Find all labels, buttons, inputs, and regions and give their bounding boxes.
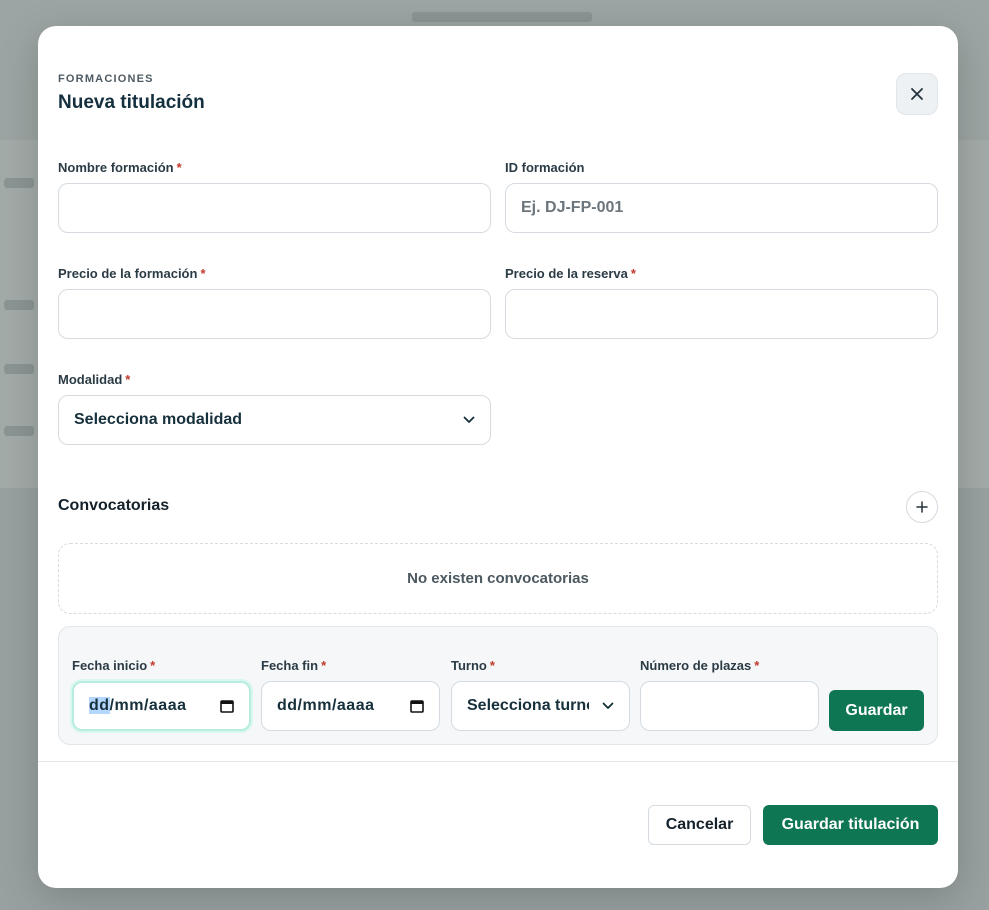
required-mark: * xyxy=(200,266,206,281)
nombre-formacion-input[interactable] xyxy=(58,183,491,233)
guardar-convocatoria-button[interactable]: Guardar xyxy=(829,690,924,731)
modalidad-label: Modalidad * xyxy=(58,372,130,387)
modal-title: Nueva titulación xyxy=(58,92,205,113)
numero-plazas-label-text: Número de plazas xyxy=(640,658,752,673)
id-formacion-input[interactable] xyxy=(505,183,938,233)
close-button[interactable] xyxy=(896,73,938,115)
footer-divider xyxy=(38,761,958,762)
required-mark: * xyxy=(176,160,182,175)
modalidad-select-value: Selecciona modalidad xyxy=(74,411,243,428)
required-mark: * xyxy=(630,266,636,281)
calendar-icon[interactable] xyxy=(220,699,234,713)
required-mark: * xyxy=(489,658,495,673)
id-formacion-label: ID formación xyxy=(505,160,585,175)
fecha-fin-value: dd/mm/aaaa xyxy=(277,697,375,714)
required-mark: * xyxy=(754,658,760,673)
fecha-inicio-input[interactable]: dd/mm/aaaa xyxy=(72,681,251,731)
close-icon xyxy=(911,88,923,100)
save-degree-button[interactable]: Guardar titulación xyxy=(763,805,938,845)
turno-select-value: Selecciona turno xyxy=(467,697,589,714)
cancel-button[interactable]: Cancelar xyxy=(648,805,751,845)
numero-plazas-input[interactable] xyxy=(640,681,819,731)
plus-icon xyxy=(916,501,928,513)
precio-reserva-label: Precio de la reserva * xyxy=(505,266,636,281)
chevron-down-icon xyxy=(602,702,614,709)
turno-label: Turno * xyxy=(451,658,495,673)
numero-plazas-label: Número de plazas * xyxy=(640,658,759,673)
background-text xyxy=(4,300,34,310)
fecha-fin-label-text: Fecha fin xyxy=(261,658,319,673)
fecha-fin-input[interactable]: dd/mm/aaaa xyxy=(261,681,440,731)
required-mark: * xyxy=(321,658,327,673)
modalidad-select[interactable]: Selecciona modalidad xyxy=(58,395,491,445)
required-mark: * xyxy=(150,658,156,673)
calendar-icon[interactable] xyxy=(410,699,424,713)
nombre-formacion-label-text: Nombre formación xyxy=(58,160,174,175)
fecha-inicio-label-text: Fecha inicio xyxy=(72,658,148,673)
precio-reserva-label-text: Precio de la reserva xyxy=(505,266,628,281)
fecha-inicio-rest: /mm/aaaa xyxy=(109,697,187,714)
fecha-inicio-label: Fecha inicio * xyxy=(72,658,155,673)
precio-formacion-input[interactable] xyxy=(58,289,491,339)
background-text xyxy=(4,178,34,188)
new-degree-modal: FORMACIONES Nueva titulación Nombre form… xyxy=(38,26,958,888)
chevron-down-icon xyxy=(463,416,475,423)
convocatorias-title: Convocatorias xyxy=(58,497,170,514)
background-text xyxy=(4,364,34,374)
precio-formacion-label-text: Precio de la formación xyxy=(58,266,198,281)
fecha-fin-label: Fecha fin * xyxy=(261,658,326,673)
convocatorias-empty-state: No existen convocatorias xyxy=(58,543,938,614)
modal-eyebrow: FORMACIONES xyxy=(58,73,154,85)
background-text xyxy=(412,12,592,22)
modalidad-label-text: Modalidad xyxy=(58,372,123,387)
precio-formacion-label: Precio de la formación * xyxy=(58,266,206,281)
nombre-formacion-label: Nombre formación * xyxy=(58,160,182,175)
required-mark: * xyxy=(125,372,131,387)
fecha-inicio-day-segment: dd xyxy=(89,697,110,714)
add-convocatoria-button[interactable] xyxy=(906,491,938,523)
fecha-inicio-value: dd/mm/aaaa xyxy=(89,697,186,715)
precio-reserva-input[interactable] xyxy=(505,289,938,339)
background-text xyxy=(4,426,34,436)
turno-select[interactable]: Selecciona turno xyxy=(451,681,630,731)
turno-label-text: Turno xyxy=(451,658,487,673)
